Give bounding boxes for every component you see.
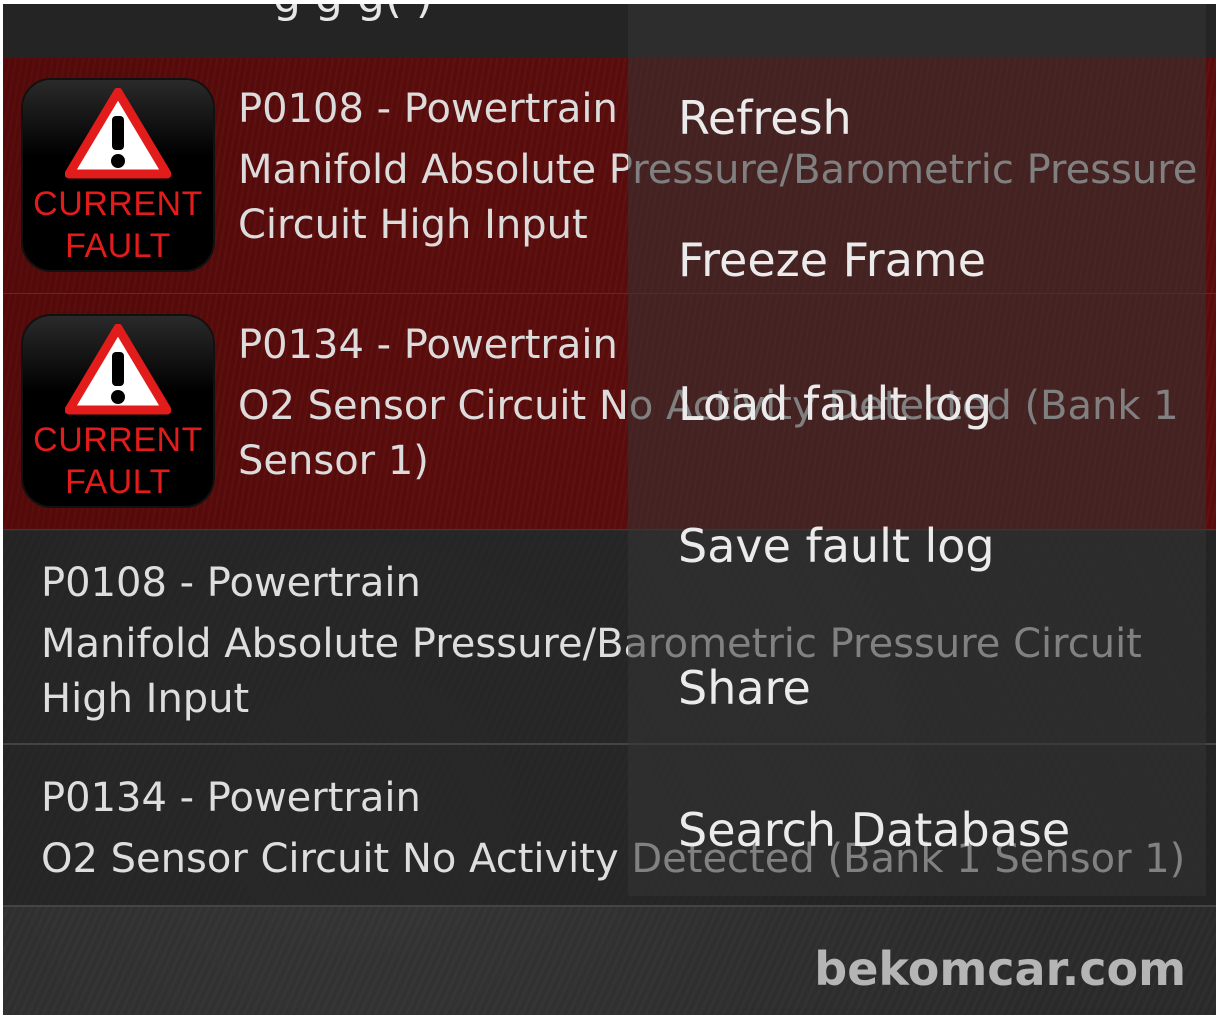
fault-code: P0134 - Powertrain <box>41 775 421 821</box>
menu-item-save-fault-log[interactable]: Save fault log <box>678 518 1198 574</box>
fault-code: P0108 - Powertrain <box>238 86 618 132</box>
current-fault-badge: CURRENT FAULT <box>23 316 213 506</box>
current-fault-badge: CURRENT FAULT <box>23 80 213 270</box>
fault-code: P0134 - Powertrain <box>238 322 618 368</box>
app-screen: g g g( ) CURRENT FAULT P0108 - Powertrai… <box>3 4 1216 1015</box>
page-title: g g g( ) <box>273 4 433 20</box>
menu-item-refresh[interactable]: Refresh <box>678 90 1198 146</box>
menu-item-freeze-frame[interactable]: Freeze Frame <box>678 232 1198 288</box>
badge-line-1: CURRENT <box>33 185 203 223</box>
menu-item-search-database[interactable]: Search Database <box>678 802 1198 858</box>
warning-triangle-icon <box>65 324 171 415</box>
badge-line-2: FAULT <box>65 463 171 501</box>
badge-line-2: FAULT <box>65 227 171 265</box>
badge-line-1: CURRENT <box>33 421 203 459</box>
menu-item-share[interactable]: Share <box>678 660 1198 716</box>
fault-code: P0108 - Powertrain <box>41 560 421 606</box>
warning-triangle-icon <box>65 88 171 179</box>
watermark: bekomcar.com <box>814 942 1186 996</box>
menu-item-load-fault-log[interactable]: Load fault log <box>678 376 1198 432</box>
overflow-menu: Refresh Freeze Frame Load fault log Save… <box>628 4 1206 896</box>
